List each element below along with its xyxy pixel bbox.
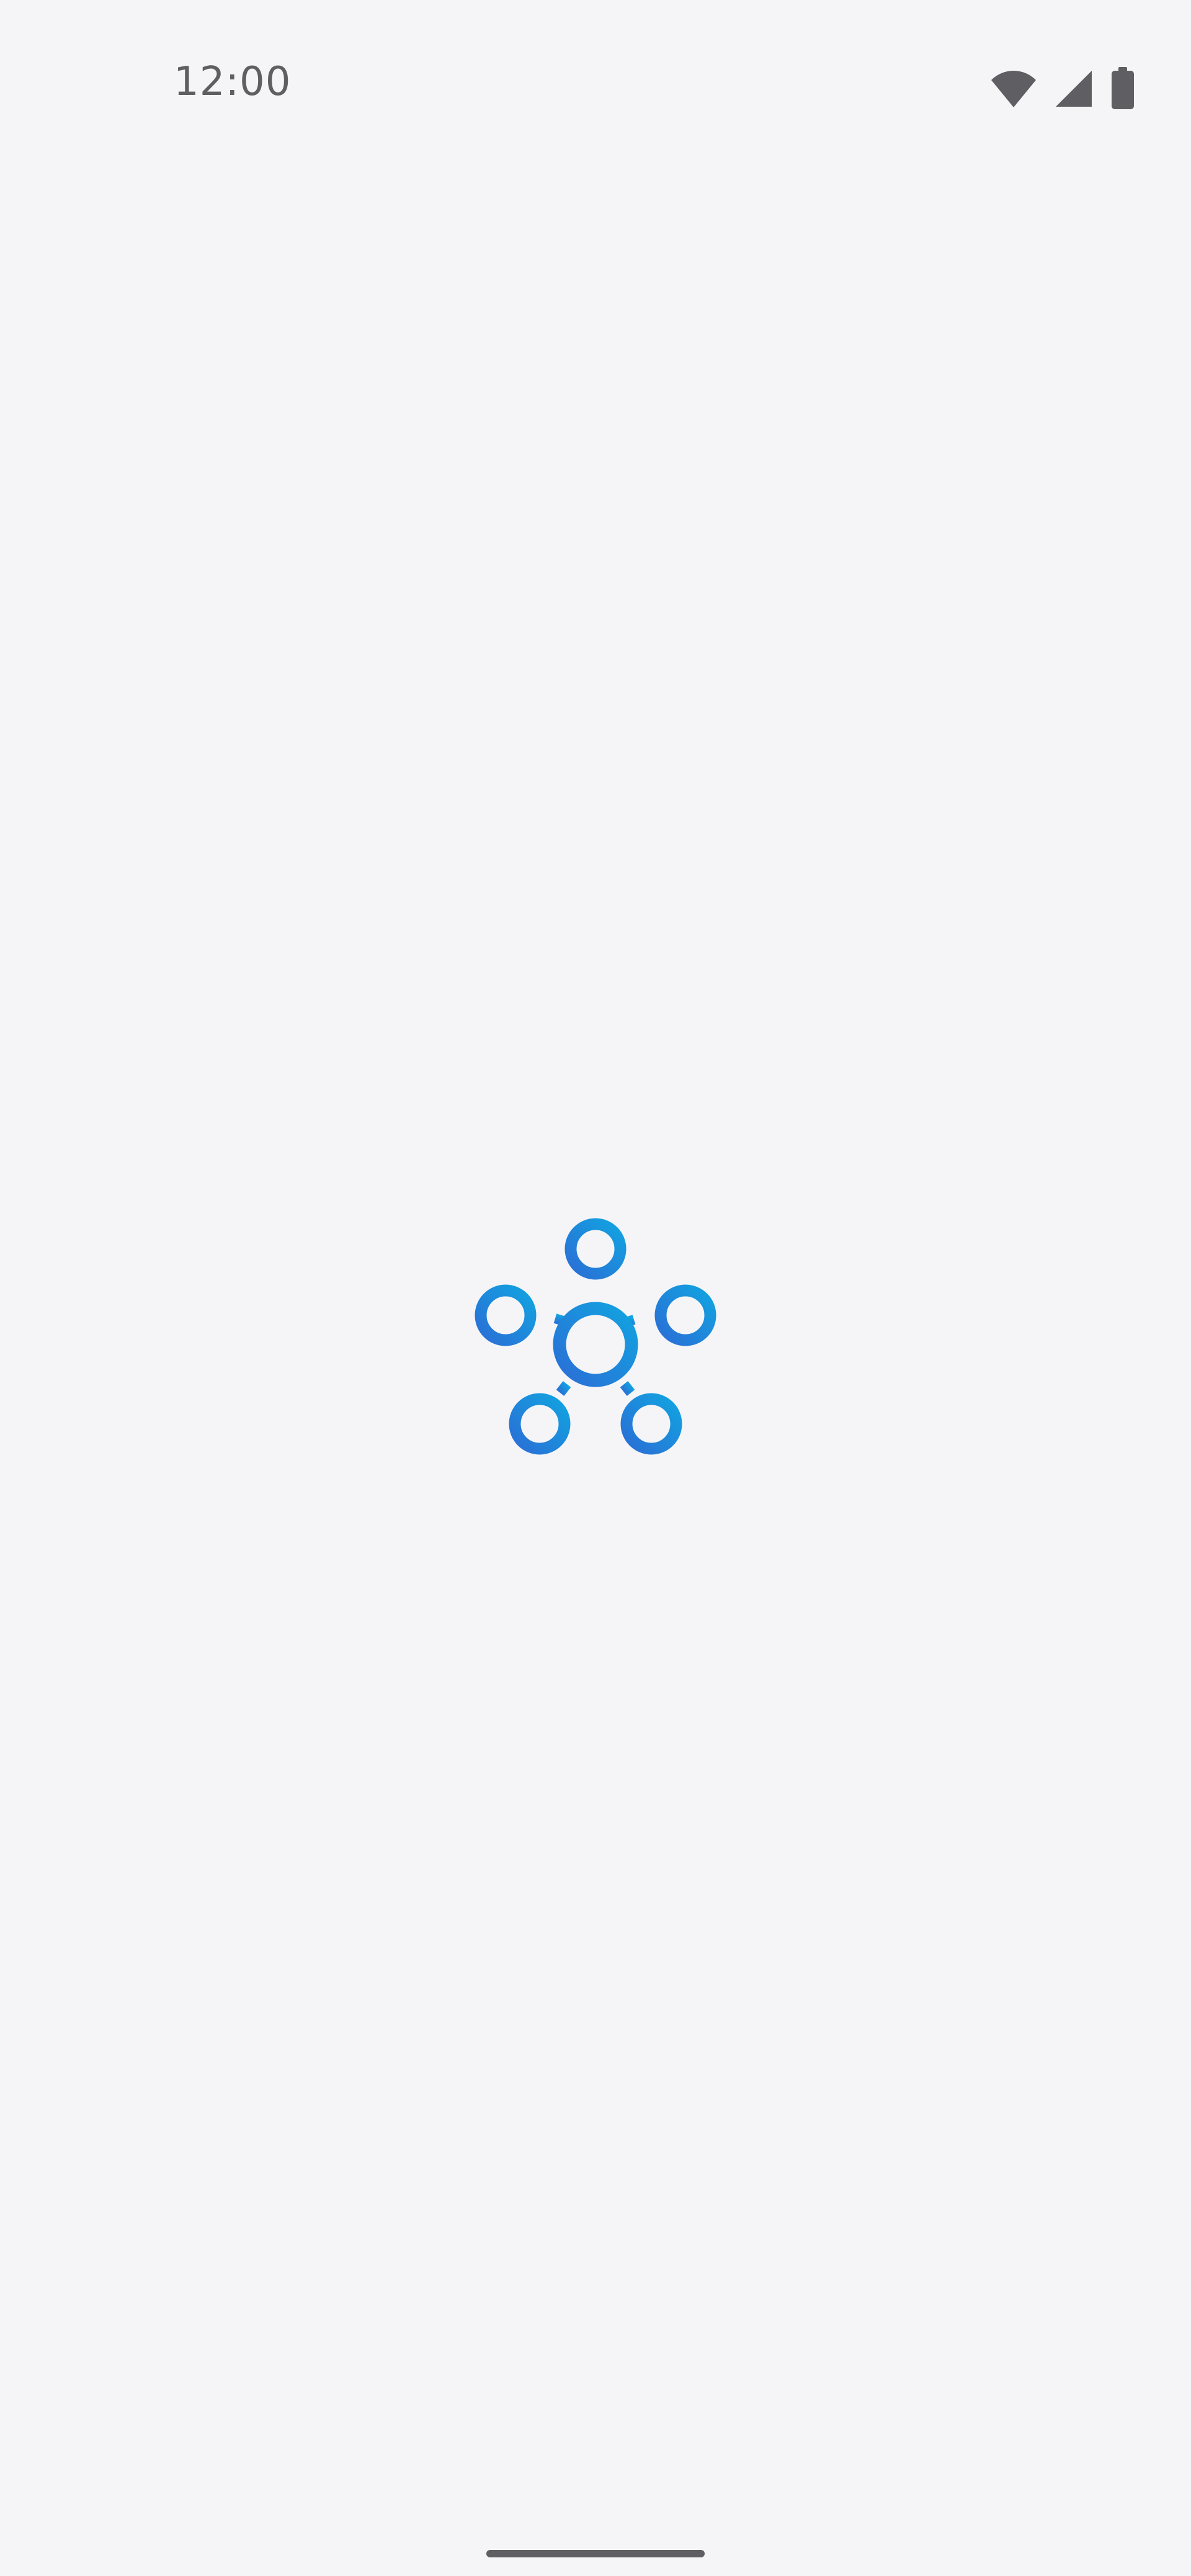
status-icons [990,67,1135,110]
status-bar: 12:00 [0,0,1191,180]
battery-icon [1112,67,1134,109]
cellular-signal-icon [1056,71,1092,107]
wifi-icon [991,71,1036,107]
network-nodes-logo-icon [475,1218,716,1455]
home-indicator[interactable] [486,2550,705,2557]
status-time: 12:00 [174,59,292,105]
splash-screen [0,0,1191,2576]
